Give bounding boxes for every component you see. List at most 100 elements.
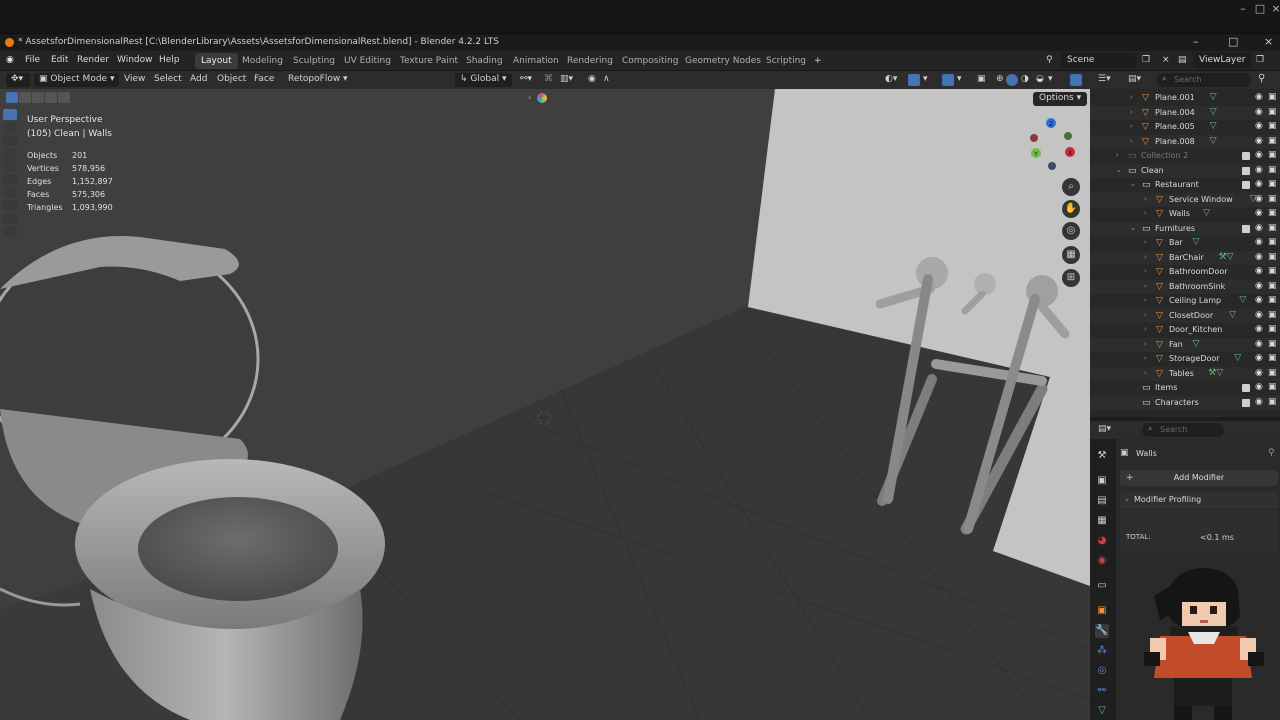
camera-icon[interactable]: ▣ [1268,208,1277,218]
eye-icon[interactable]: ◉ [1255,353,1263,363]
particles-tab-icon[interactable]: ⁂ [1095,644,1109,658]
chevron-right-icon[interactable]: › [1130,122,1133,130]
retopoflow-expand-icon[interactable]: › [528,93,531,102]
chevron-right-icon[interactable]: › [1130,108,1133,116]
xray-icon[interactable]: ▣ [972,73,991,87]
delete-scene-icon[interactable]: × [1162,55,1170,65]
chevron-right-icon[interactable]: › [1144,195,1147,203]
blender-menu-icon[interactable]: ◉ [6,55,14,65]
chevron-right-icon[interactable]: › [1130,93,1133,101]
chevron-right-icon[interactable]: › [1144,311,1147,319]
camera-icon[interactable]: ▣ [1268,368,1277,378]
camera-icon[interactable]: ▣ [1268,295,1277,305]
pivot-icon[interactable]: ⚯▾ [515,73,537,87]
eye-icon[interactable]: ◉ [1255,136,1263,146]
menu-view[interactable]: View [119,73,150,87]
eye-icon[interactable]: ◉ [1255,266,1263,276]
falloff-icon[interactable]: ∧ [598,73,615,87]
menu-file[interactable]: File [25,55,40,65]
eye-icon[interactable]: ◉ [1255,223,1263,233]
overlay-dropdown-icon[interactable]: ▾ [955,73,964,87]
mesh-data-icon[interactable]: ▽ [1234,353,1241,363]
mesh-data-icon[interactable]: ▽ [1210,136,1217,146]
physics-tab-icon[interactable]: ◎ [1095,664,1109,678]
rotate-tool-icon[interactable] [3,148,17,159]
chevron-right-icon[interactable]: › [1130,137,1133,145]
mesh-data-icon[interactable]: ▽ [1203,208,1210,218]
camera-icon[interactable]: ▣ [1268,281,1277,291]
output-tab-icon[interactable]: ▤ [1095,494,1109,508]
outliner-row[interactable]: › ▽ Bar ▽ ◉ ▣ [1090,236,1280,251]
menu-face[interactable]: Face [249,73,279,87]
workspace-tab-layout[interactable]: Layout [195,53,238,69]
scale-tool-icon[interactable] [3,161,17,172]
eye-icon[interactable]: ◉ [1255,324,1263,334]
eye-icon[interactable]: ◉ [1255,150,1263,160]
menu-add[interactable]: Add [185,73,212,87]
properties-search-field[interactable]: ⌕ Search [1142,423,1224,437]
eye-icon[interactable]: ◉ [1255,179,1263,189]
outliner-row[interactable]: ⌄ ▭ Restaurant ◉ ▣ [1090,178,1280,193]
workspace-tab-rendering[interactable]: Rendering [561,53,619,69]
outliner-row[interactable]: › ▽ StorageDoor ▽ ◉ ▣ [1090,352,1280,367]
outliner-row[interactable]: › ▽ Tables ⚒▽ ◉ ▣ [1090,366,1280,381]
select-new-icon[interactable] [6,92,18,103]
display-mode-icon[interactable]: ▤▾ [1128,74,1141,84]
add-workspace-button[interactable]: + [808,53,828,69]
outliner-row[interactable]: › ▽ Plane.001 ▽ ◉ ▣ [1090,91,1280,106]
select-invert-icon[interactable] [45,92,57,103]
outliner-row[interactable]: ⌄ ▭ Furnitures ◉ ▣ [1090,221,1280,236]
scene-tab-icon[interactable]: ◕ [1095,534,1109,548]
view-layer-selector[interactable]: ViewLayer [1193,53,1251,68]
mesh-data-icon[interactable]: ⚒▽ [1208,368,1223,378]
eye-icon[interactable]: ◉ [1255,368,1263,378]
measure-tool-icon[interactable] [3,200,17,211]
extra-tool-icon[interactable] [3,226,17,237]
exclude-checkbox[interactable] [1242,398,1250,407]
chevron-down-icon[interactable]: ⌄ [1130,180,1136,188]
select-box-tool-icon[interactable] [3,109,17,120]
outliner-row[interactable]: › ▽ Plane.005 ▽ ◉ ▣ [1090,120,1280,135]
outliner-row[interactable]: › ▽ BathroomSink ◉ ▣ [1090,279,1280,294]
orientation-selector[interactable]: ↳ Global ▾ [455,73,512,87]
outliner-search-field[interactable]: ⌕ Search [1156,73,1251,87]
close-icon[interactable]: × [1266,0,1280,20]
pan-hand-icon[interactable]: ✋ [1062,200,1080,218]
outliner-row[interactable]: › ▭ Collection 2 ◉ ▣ [1090,149,1280,164]
outliner-row[interactable]: › ▽ BathroomDoor ◉ ▣ [1090,265,1280,280]
outliner-row[interactable]: › ▽ Plane.008 ▽ ◉ ▣ [1090,134,1280,149]
window-maximize-icon[interactable]: □ [1228,35,1238,48]
filter-icon[interactable]: ⚲ [1258,73,1265,84]
exclude-checkbox[interactable] [1242,152,1250,160]
outliner-row[interactable]: ⌄ ▭ Clean ◉ ▣ [1090,163,1280,178]
outliner-row[interactable]: ▭ Items ◉ ▣ [1090,381,1280,396]
constraints-tab-icon[interactable]: ⚯ [1095,684,1109,698]
workspace-tab-scripting[interactable]: Scripting [760,53,812,69]
mode-selector[interactable]: ▣ Object Mode ▾ [34,73,120,87]
exclude-checkbox[interactable] [1242,166,1250,175]
new-view-layer-icon[interactable]: ❐ [1256,55,1264,65]
mesh-data-icon[interactable]: ▽ [1210,92,1217,102]
mesh-data-icon[interactable]: ▽ [1193,339,1200,349]
chevron-down-icon[interactable]: ⌄ [1130,224,1136,232]
camera-icon[interactable]: ▣ [1268,150,1277,160]
menu-select[interactable]: Select [149,73,187,87]
workspace-tab-uv-editing[interactable]: UV Editing [338,53,397,69]
object-tab-icon[interactable]: ▣ [1095,604,1109,618]
camera-icon[interactable]: ▣ [1268,310,1277,320]
chevron-right-icon[interactable]: › [1144,340,1147,348]
gizmo-neg-z[interactable] [1048,162,1056,170]
workspace-tab-shading[interactable]: Shading [460,53,509,69]
retopoflow-icon[interactable] [537,93,547,103]
camera-icon[interactable]: ▣ [1268,121,1277,131]
select-subtract-icon[interactable] [32,92,44,103]
outliner-row[interactable]: › ▽ Ceiling Lamp ▽ ◉ ▣ [1090,294,1280,309]
modifier-tab-icon[interactable]: 🔧 [1095,624,1109,638]
add-modifier-button[interactable]: + Add Modifier [1120,470,1278,486]
chevron-right-icon[interactable]: › [1144,369,1147,377]
eye-icon[interactable]: ◉ [1255,310,1263,320]
gizmo-dropdown-icon[interactable]: ▾ [921,73,930,87]
eye-icon[interactable]: ◉ [1255,208,1263,218]
mesh-data-icon[interactable]: ⚒▽ [1219,252,1234,262]
render-tab-icon[interactable]: ▣ [1095,474,1109,488]
